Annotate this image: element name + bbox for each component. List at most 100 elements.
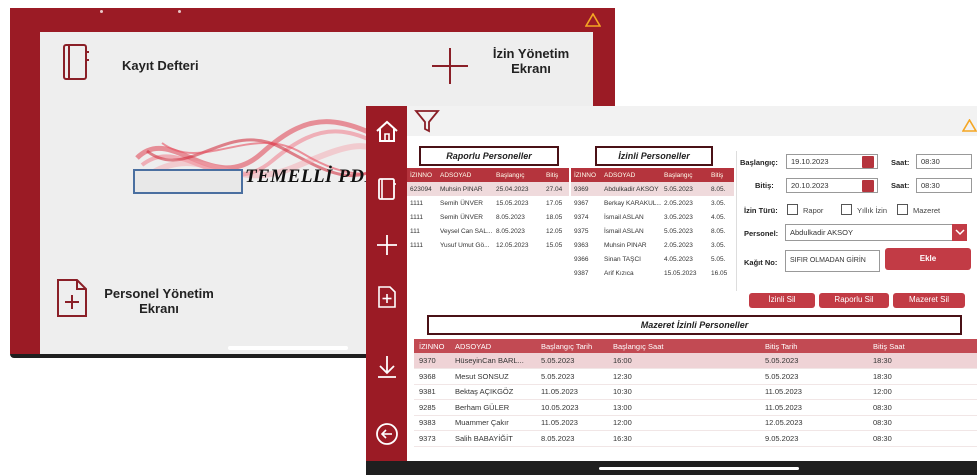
leave-header-cell[interactable]: Başlangıç — [661, 168, 708, 182]
cell: Abdulkadir AKSOY — [601, 182, 661, 196]
personnel-selected-value: Abdulkadir AKSOY — [790, 228, 853, 237]
report-header-cell[interactable]: Bitiş — [543, 168, 569, 182]
cell: Salih BABAYİĞİT — [450, 430, 536, 447]
report-checkbox[interactable] — [787, 204, 798, 215]
excuse-header-cell[interactable]: ADSOYAD — [450, 339, 536, 353]
filter-icon[interactable] — [414, 109, 440, 133]
cell: Veysel Can SAL... — [440, 227, 493, 235]
end-time-input[interactable]: 08:30 — [916, 178, 972, 193]
table-row[interactable]: 9381 Bektaş AÇIKGÖZ 11.05.2023 10:30 11.… — [414, 384, 977, 400]
table-row[interactable]: 9374 İsmail ASLAN 3.05.2023 4.05. — [571, 210, 734, 224]
table-row[interactable]: 9373 Salih BABAYİĞİT 8.05.2023 16:30 9.0… — [414, 430, 977, 447]
report-header-cell[interactable]: ADSOYAD — [437, 168, 493, 182]
table-row[interactable]: 9363 Muhsin PINAR 2.05.2023 3.05. — [571, 238, 734, 252]
excuse-checkbox[interactable] — [897, 204, 908, 215]
cell: 1111 — [410, 213, 424, 221]
add-file-icon[interactable] — [374, 284, 400, 310]
add-button[interactable]: Ekle — [885, 248, 971, 270]
cell: Bektaş AÇIKGÖZ — [450, 384, 536, 400]
table-row[interactable]: 1111 Yusuf Umut Gö... 12.05.2023 15.05 — [407, 238, 569, 252]
table-row[interactable]: 1111 Semih ÜNVER 8.05.2023 18.05 — [407, 210, 569, 224]
personnel-select[interactable]: Abdulkadir AKSOY — [785, 224, 967, 241]
excuse-header-cell[interactable]: Başlangıç Tarih — [536, 339, 608, 353]
download-arrow-icon[interactable] — [374, 354, 400, 380]
warning-icon[interactable] — [962, 119, 977, 132]
cell: 8.05. — [708, 182, 734, 196]
register-label[interactable]: Kayıt Defteri — [122, 58, 199, 73]
cell: HüseyinCan BARL... — [450, 353, 536, 369]
table-row[interactable]: 9369 Abdulkadir AKSOY 5.05.2023 8.05. — [571, 182, 734, 196]
excuse-header-cell[interactable]: Bitiş Tarih — [760, 339, 868, 353]
cell: İsmail ASLAN — [604, 227, 644, 235]
cell: 2.05.2023 — [664, 199, 693, 207]
home-indicator — [599, 467, 799, 470]
table-row[interactable]: 9366 Sinan TAŞCI 4.05.2023 5.05. — [571, 252, 734, 266]
cell: 12:00 — [608, 415, 760, 431]
report-header-cell[interactable]: Başlangıç — [493, 168, 543, 182]
table-row[interactable]: 9368 Mesut SONSUZ 5.05.2023 12:30 5.05.2… — [414, 368, 977, 385]
cell: 13:00 — [608, 399, 760, 416]
plus-icon[interactable] — [374, 232, 400, 258]
table-row[interactable]: 111 Veysel Can SAL... 8.05.2023 12.05 — [407, 224, 569, 238]
warning-icon[interactable] — [585, 13, 601, 27]
document-number-input[interactable]: SIFIR OLMADAN GİRİN — [785, 250, 880, 272]
leave-header-cell[interactable]: ADSOYAD — [601, 168, 661, 182]
register-book-icon[interactable] — [374, 176, 400, 202]
leave-table: İZINNO ADSOYAD Başlangıç Bitiş 9369 Abdu… — [571, 168, 734, 280]
chevron-down-icon[interactable] — [955, 228, 965, 236]
cell: Semih ÜNVER — [440, 199, 483, 207]
table-row[interactable]: 9383 Muammer Çakır 11.05.2023 12:00 12.0… — [414, 415, 977, 431]
excuse-header-cell[interactable]: İZINNO — [414, 339, 450, 353]
plus-icon[interactable] — [430, 46, 470, 86]
leave-management-label[interactable]: İzin Yönetim Ekranı — [486, 46, 576, 76]
annual-leave-checkbox[interactable] — [841, 204, 852, 215]
cell: 11.05.2023 — [536, 415, 608, 431]
register-book-icon[interactable] — [60, 42, 92, 82]
cell: 11.05.2023 — [536, 384, 608, 400]
excuse-header-cell[interactable]: Bitiş Saat — [868, 339, 977, 353]
cell: 8.05.2023 — [496, 227, 525, 235]
delete-report-button[interactable]: Raporlu Sil — [819, 293, 889, 308]
cell: Semih ÜNVER — [440, 213, 483, 221]
report-header-cell[interactable]: İZINNO — [407, 168, 437, 182]
cell: 17.05 — [546, 199, 563, 207]
table-row[interactable]: 1111 Semih ÜNVER 15.05.2023 17.05 — [407, 196, 569, 210]
table-row[interactable]: 9375 İsmail ASLAN 5.05.2023 8.05. — [571, 224, 734, 238]
back-circle-icon[interactable] — [374, 421, 400, 447]
excuse-table: İZINNO ADSOYAD Başlangıç Tarih Başlangıç… — [414, 339, 977, 447]
cell: 12.05.2023 — [760, 415, 868, 431]
cell: 9.05.2023 — [760, 430, 868, 447]
home-icon[interactable] — [374, 118, 400, 144]
calendar-icon[interactable] — [862, 180, 874, 192]
start-time-input[interactable]: 08:30 — [916, 154, 972, 169]
cell: 9366 — [574, 255, 589, 263]
add-file-icon[interactable] — [55, 278, 89, 318]
table-row[interactable]: 623094 Muhsin PINAR 25.04.2023 27.04 — [407, 182, 569, 196]
table-row[interactable]: 9367 Berkay KARAKUL... 2.05.2023 3.05. — [571, 196, 734, 210]
cell: 8.05.2023 — [496, 213, 525, 221]
cell: 15.05 — [546, 241, 563, 249]
leave-header-cell[interactable]: İZINNO — [571, 168, 601, 182]
calendar-icon[interactable] — [862, 156, 874, 168]
start-time-label: Saat: — [891, 158, 910, 167]
table-row[interactable]: 9370 HüseyinCan BARL... 5.05.2023 16:00 … — [414, 353, 977, 369]
cell: 10.05.2023 — [536, 399, 608, 416]
report-checkbox-label: Rapor — [803, 206, 824, 215]
table-row[interactable]: 9285 Berham GÜLER 10.05.2023 13:00 11.05… — [414, 399, 977, 416]
end-time-label: Saat: — [891, 181, 910, 190]
cell: 9374 — [574, 213, 589, 221]
delete-leave-button[interactable]: İzinli Sil — [749, 293, 815, 308]
cell: 5.05.2023 — [664, 227, 693, 235]
table-row[interactable]: 9387 Arif Kızıca 15.05.2023 16.05 — [571, 266, 734, 280]
annual-leave-checkbox-label: Yıllık İzin — [857, 206, 888, 215]
leave-header-cell[interactable]: Bitiş — [708, 168, 734, 182]
personnel-management-label[interactable]: Personel Yönetim Ekranı — [104, 286, 214, 316]
cell: 5.05.2023 — [536, 368, 608, 385]
leave-section-title: İzinli Personeller — [595, 146, 713, 166]
cell: 9285 — [414, 399, 450, 416]
cell: 25.04.2023 — [493, 182, 543, 196]
delete-excuse-button[interactable]: Mazeret Sil — [893, 293, 965, 308]
excuse-header-cell[interactable]: Başlangıç Saat — [608, 339, 760, 353]
cell: 4.05.2023 — [664, 255, 693, 263]
cell: 11.05.2023 — [760, 399, 868, 416]
